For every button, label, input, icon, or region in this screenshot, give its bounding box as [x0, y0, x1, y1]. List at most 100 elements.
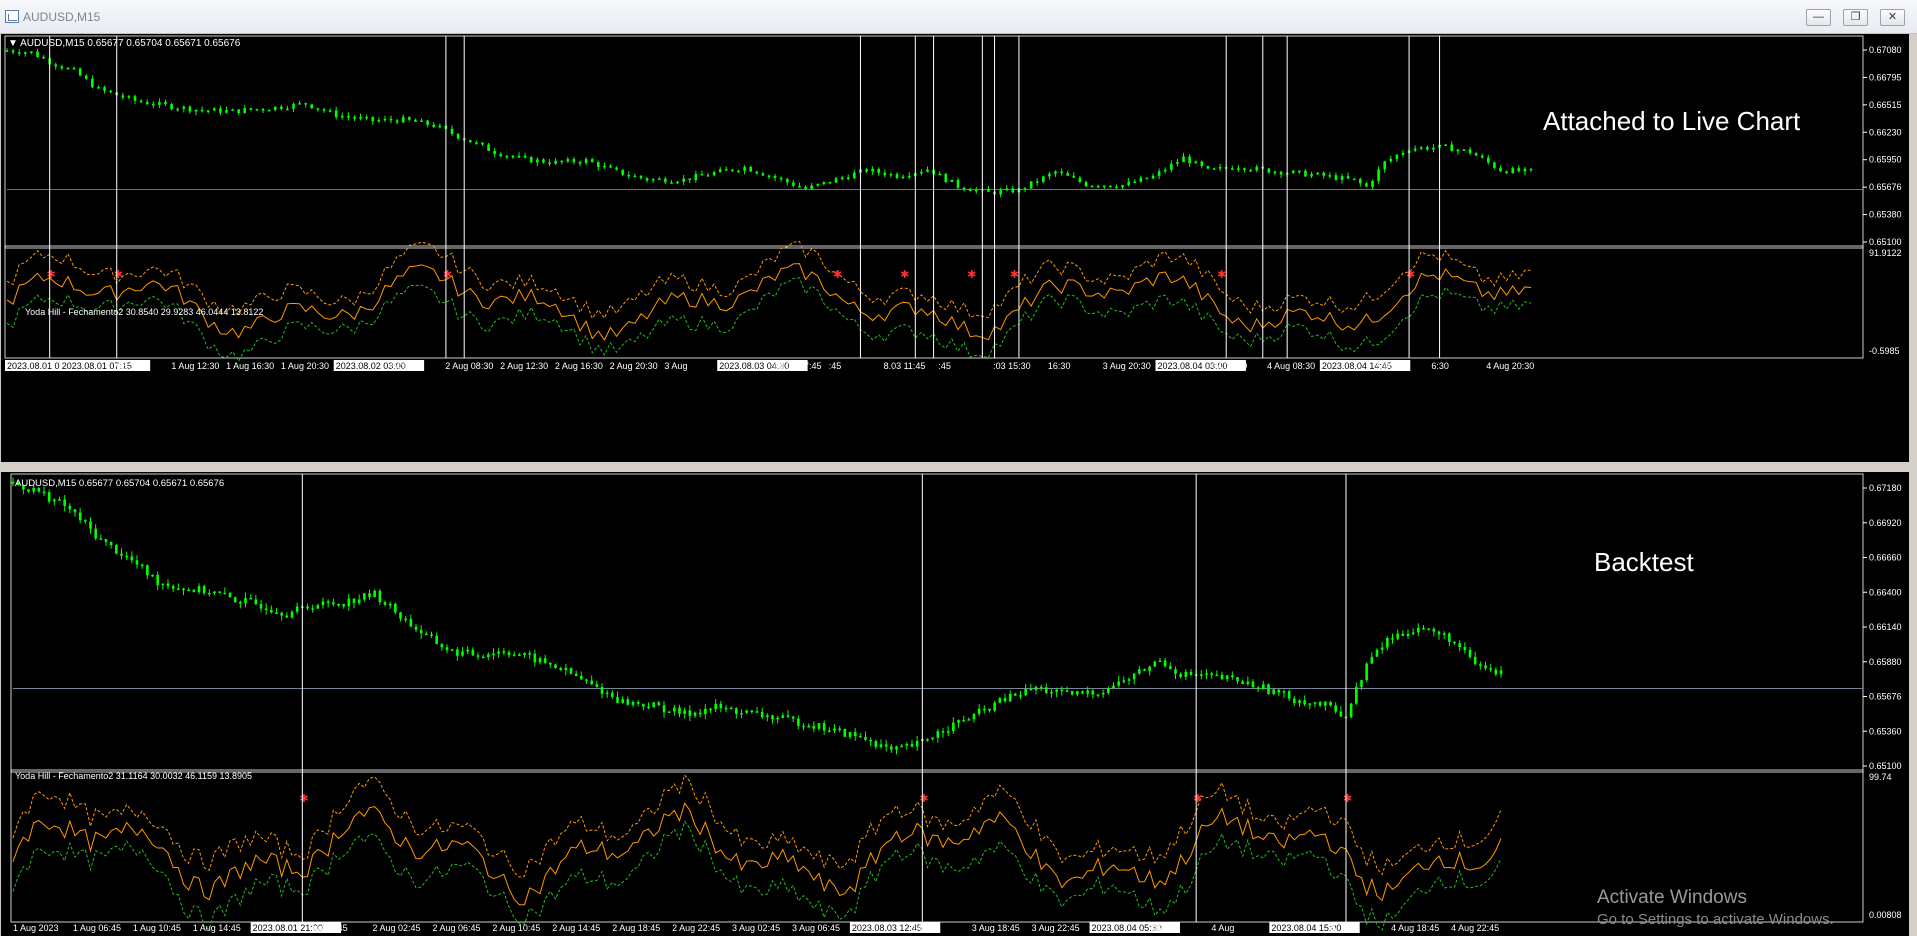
bottom-candle-body [678, 707, 681, 714]
bottom-candle-body [667, 711, 671, 713]
bottom-candle-body [636, 701, 640, 704]
bottom-candle-body [559, 668, 562, 670]
top-candle-body [304, 103, 308, 105]
top-candle-body [1157, 171, 1161, 176]
bottom-candle-body [569, 667, 573, 674]
top-signal-marker: ✱ [1406, 269, 1415, 281]
bottom-candle-body [1479, 664, 1482, 666]
bottom-candle-body [316, 605, 320, 609]
top-candle-body [828, 181, 832, 184]
bottom-candle-body [869, 739, 872, 742]
bottom-candle-body [864, 737, 867, 740]
backtest-chart-panel[interactable]: 0.67180 0.66920 0.66660 0.66400 0.66140 0.658… [1, 472, 1909, 936]
top-lower-band [6, 277, 1532, 363]
bottom-candle-body [202, 586, 206, 594]
top-candle-body [1310, 174, 1313, 177]
top-candle-body [206, 110, 210, 112]
symbol-ohlc-text: AUDUSD,M15 0.65677 0.65704 0.65671 0.656… [20, 38, 241, 49]
minimize-button[interactable]: — [1806, 9, 1831, 26]
bottom-candle-body [1153, 661, 1157, 667]
top-time-label: 3 Aug 20:30 [1103, 361, 1151, 371]
bottom-candle-body [936, 731, 940, 738]
bottom-candle-body [688, 710, 692, 716]
top-candle-body [846, 177, 850, 180]
bottom-candle-body [290, 611, 294, 618]
bottom-candle-body [63, 499, 66, 506]
bottom-candle-body [771, 715, 774, 720]
top-candle-body [1499, 167, 1502, 172]
bottom-candle-body [657, 702, 661, 706]
bottom-candle-body [564, 667, 568, 670]
live-chart-panel[interactable]: 0.67080 0.66795 0.66515 0.66230 0.65950 0.656… [1, 34, 1909, 462]
top-candle-body [1279, 171, 1283, 175]
bottom-candle-body [605, 692, 609, 695]
top-candle-body [1316, 172, 1319, 175]
top-candle-body [103, 87, 106, 91]
top-signal-marker: ✱ [47, 269, 56, 281]
top-signal-marker: ✱ [114, 269, 123, 281]
top-candle-body [334, 110, 338, 118]
bottom-candle-body [1107, 688, 1110, 693]
top-candle-body [1444, 144, 1447, 147]
restore-icon: ❐ [1850, 11, 1861, 23]
bottom-time-label: 2 Aug 14:45 [552, 923, 600, 933]
window-splitter[interactable] [0, 462, 1917, 472]
bottom-candle-body [1091, 690, 1095, 695]
restore-button[interactable]: ❐ [1843, 9, 1868, 26]
backtest-chart-header: AUDUSD,M15 0.65677 0.65704 0.65671 0.656… [15, 478, 225, 489]
top-candle-body [121, 95, 125, 98]
bottom-candle-body [1386, 638, 1389, 648]
bottom-price-label: 0.65676 [1869, 692, 1902, 702]
bottom-main-frame [10, 473, 1864, 773]
bottom-candle-body [481, 656, 485, 659]
top-price-label: 0.66230 [1869, 127, 1902, 137]
bottom-time-label: 4 Aug 22:45 [1451, 923, 1499, 933]
top-candle-body [261, 109, 265, 111]
bottom-candle-body [1489, 668, 1492, 670]
top-candle-body [664, 178, 667, 183]
bottom-candle-body [807, 725, 810, 728]
backtest-chart-canvas[interactable]: 0.67180 0.66920 0.66660 0.66400 0.66140 0.658… [1, 472, 1909, 936]
bottom-candle-body [1117, 681, 1120, 686]
bottom-candle-body [1246, 681, 1250, 685]
top-candle-body [1395, 154, 1399, 159]
live-chart-canvas[interactable]: 0.67080 0.66795 0.66515 0.66230 0.65950 0.656… [1, 34, 1909, 462]
top-candle-body [1230, 168, 1234, 170]
top-candle-body [170, 104, 173, 110]
bottom-candle-body [946, 731, 950, 733]
bottom-candle-body [275, 612, 278, 614]
bottom-candle-body [430, 634, 433, 636]
top-time-label: 1 Aug 16:30 [226, 361, 274, 371]
bottom-candle-body [693, 712, 697, 716]
bottom-candle-body [373, 590, 376, 597]
bottom-candle-body [1256, 687, 1260, 690]
top-candle-body [1109, 185, 1112, 188]
bottom-candle-body [755, 711, 759, 713]
dropdown-arrow-icon[interactable]: ▼ [8, 38, 18, 49]
top-candle-body [822, 181, 826, 184]
top-time-label: 04:30 [391, 361, 414, 371]
bottom-candle-body [704, 708, 707, 715]
top-candle-body [511, 155, 515, 158]
top-candle-body [1084, 181, 1088, 187]
bottom-candle-body [709, 708, 712, 711]
bottom-candle-body [1267, 684, 1270, 694]
top-candle-body [1255, 166, 1258, 171]
bottom-candle-body [1045, 687, 1048, 693]
bottom-candle-body [957, 720, 960, 723]
bottom-candle-body [1143, 669, 1146, 671]
top-candle-body [438, 125, 442, 128]
top-candle-body [1121, 185, 1124, 188]
top-candle-body [920, 171, 923, 174]
top-signal-marker: ✱ [1217, 269, 1226, 281]
top-time-label: 08:30 [117, 361, 140, 371]
bottom-candle-body [1220, 674, 1224, 680]
bottom-candle-body [109, 541, 113, 546]
top-time-label: 8.03 11:45 [884, 361, 926, 371]
bottom-candle-body [166, 583, 170, 586]
bottom-candle-body [802, 725, 805, 728]
top-candle-body [523, 155, 527, 158]
close-button[interactable]: ✕ [1880, 9, 1905, 26]
top-candle-body [877, 168, 881, 173]
top-candle-body [767, 175, 771, 178]
